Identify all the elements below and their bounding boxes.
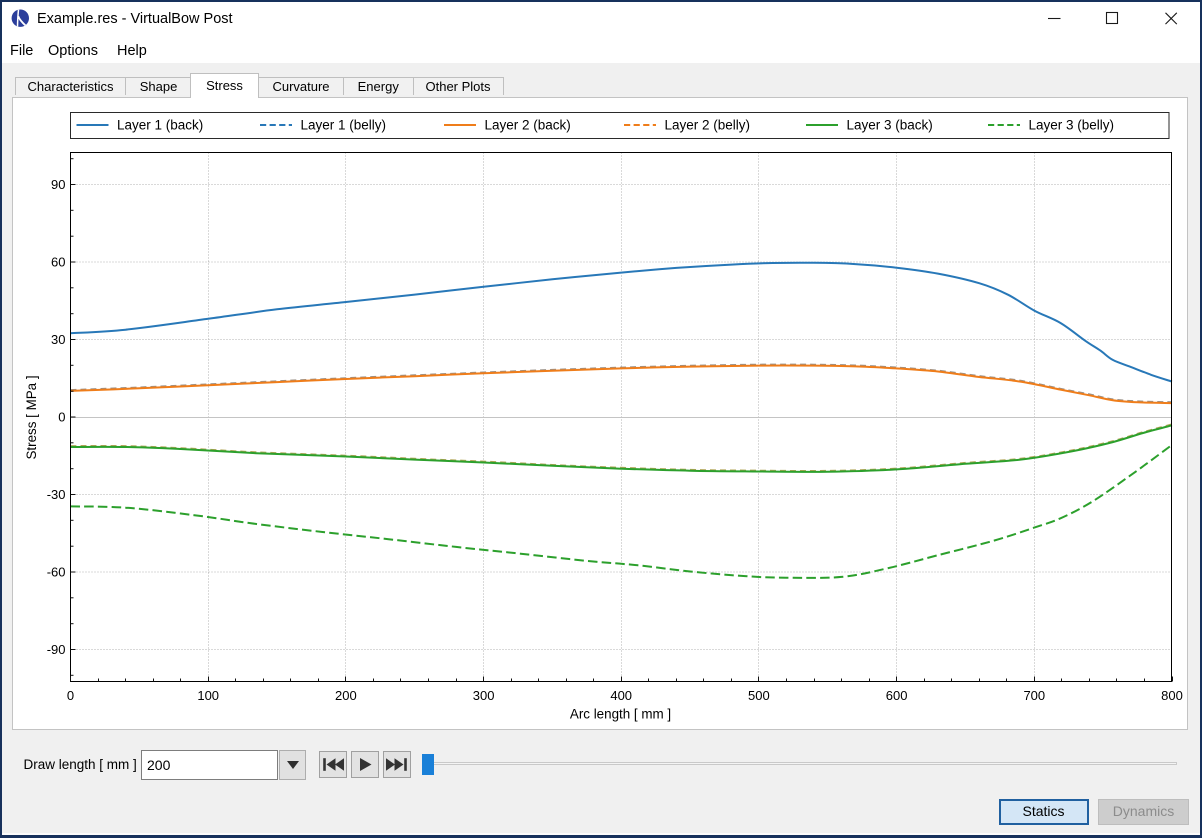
svg-text:0: 0	[67, 688, 74, 703]
svg-text:700: 700	[1023, 688, 1045, 703]
svg-text:Layer 1 (back): Layer 1 (back)	[117, 118, 203, 133]
svg-text:Layer 1 (belly): Layer 1 (belly)	[301, 118, 387, 133]
svg-text:60: 60	[51, 255, 65, 270]
svg-text:600: 600	[886, 688, 908, 703]
svg-text:Layer 3 (belly): Layer 3 (belly)	[1029, 118, 1115, 133]
svg-text:800: 800	[1161, 688, 1183, 703]
svg-text:90: 90	[51, 177, 65, 192]
svg-text:Layer 2 (belly): Layer 2 (belly)	[665, 118, 751, 133]
svg-text:30: 30	[51, 332, 65, 347]
svg-text:-90: -90	[47, 642, 66, 657]
svg-text:500: 500	[748, 688, 770, 703]
svg-text:-60: -60	[47, 565, 66, 580]
svg-text:Arc length [ mm ]: Arc length [ mm ]	[570, 707, 671, 722]
svg-text:Layer 3 (back): Layer 3 (back)	[847, 118, 933, 133]
svg-text:-30: -30	[47, 487, 66, 502]
svg-text:0: 0	[58, 410, 65, 425]
svg-text:Stress [ MPa ]: Stress [ MPa ]	[24, 375, 39, 459]
svg-text:100: 100	[197, 688, 219, 703]
svg-text:400: 400	[610, 688, 632, 703]
svg-text:200: 200	[335, 688, 357, 703]
svg-text:Layer 2 (back): Layer 2 (back)	[485, 118, 571, 133]
svg-text:300: 300	[473, 688, 495, 703]
